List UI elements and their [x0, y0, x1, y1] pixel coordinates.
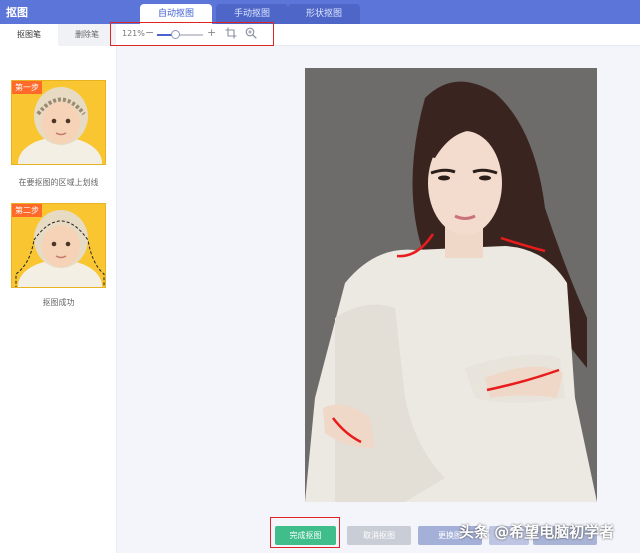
portrait-image: [305, 68, 597, 502]
tab-manual-cutout[interactable]: 手动抠图: [216, 4, 288, 24]
zoom-slider-thumb[interactable]: [171, 30, 181, 39]
step-two-badge: 第二步: [12, 204, 42, 217]
step-two-caption: 抠图成功: [42, 298, 75, 307]
tab-shape-cutout[interactable]: 形状抠图: [288, 4, 360, 24]
zoom-out-button[interactable]: −: [145, 26, 154, 39]
portrait-photo[interactable]: [305, 68, 597, 502]
zoom-fit-icon[interactable]: [245, 27, 257, 39]
step-two-example: 第二步: [11, 203, 106, 288]
cutout-pen-tab[interactable]: 抠图笔: [0, 24, 58, 46]
zoom-level-value: 121%: [122, 29, 145, 38]
step-one-badge: 第一步: [12, 81, 42, 94]
cancel-cutout-button[interactable]: 取消抠图: [347, 526, 411, 545]
step-one-caption: 在要抠图的区域上划线: [18, 178, 99, 187]
watermark-text: 头条 @希望电脑初学者: [459, 523, 615, 541]
finish-cutout-button[interactable]: 完成抠图: [275, 526, 336, 545]
zoom-in-button[interactable]: +: [207, 26, 216, 39]
crop-icon[interactable]: [225, 27, 237, 39]
zoom-controls: 121% − +: [110, 22, 274, 46]
step-one-example: 第一步: [11, 80, 106, 165]
zoom-slider[interactable]: [157, 30, 203, 39]
delete-pen-tab[interactable]: 删除笔: [58, 24, 116, 46]
app-title: 抠图: [6, 6, 28, 19]
tab-auto-cutout[interactable]: 自动抠图: [140, 4, 212, 24]
